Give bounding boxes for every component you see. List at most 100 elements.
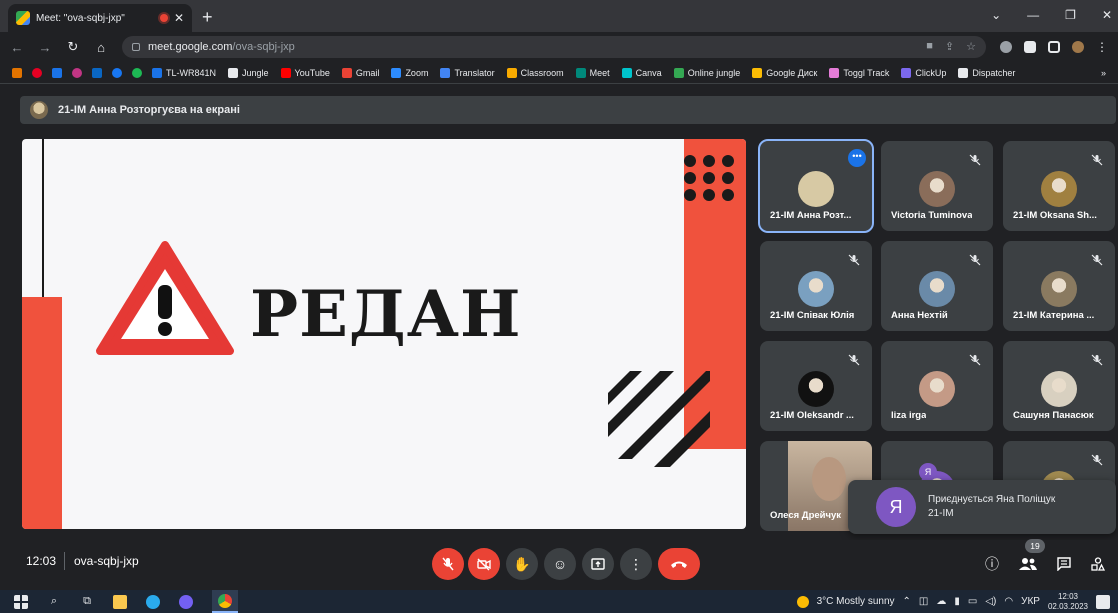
- facebook-icon[interactable]: [112, 67, 122, 78]
- participant-name: Анна Нехтій: [891, 310, 948, 321]
- microphone-toggle-button[interactable]: [432, 548, 464, 580]
- side-panel-icon[interactable]: [1048, 41, 1060, 53]
- join-notification-line2: 21-ІМ: [928, 508, 954, 519]
- small-avatar: Я: [919, 463, 937, 481]
- participant-tile[interactable]: 21-ІМ Oksana Sh...: [1003, 141, 1115, 231]
- bookmark-item[interactable]: Jungle: [228, 67, 269, 78]
- bookmark-item[interactable]: Gmail: [341, 67, 379, 78]
- onedrive-icon[interactable]: ☁: [936, 596, 946, 607]
- extensions-puzzle-icon[interactable]: [1024, 41, 1036, 53]
- language-indicator[interactable]: УКР: [1021, 596, 1040, 607]
- participant-tile[interactable]: Сашуня Панасюк: [1003, 341, 1115, 431]
- tray-app-icon[interactable]: ◫: [919, 596, 928, 607]
- tab-search-icon[interactable]: ⌄: [991, 8, 1001, 22]
- instagram-icon[interactable]: [72, 67, 82, 78]
- bookmark-item[interactable]: Dispatcher: [958, 67, 1015, 78]
- participant-name: 21-ІМ Катерина ...: [1013, 310, 1095, 321]
- participant-tile[interactable]: Анна Нехтій: [881, 241, 993, 331]
- join-notification: Я Приєднується Яна Поліщук 21-ІМ: [848, 480, 1116, 534]
- battery-icon[interactable]: ▭: [968, 596, 977, 607]
- bookmark-icon: [152, 67, 162, 78]
- close-window-button[interactable]: ✕: [1102, 8, 1112, 22]
- bookmark-label: Jungle: [242, 67, 269, 78]
- volume-icon[interactable]: ◁): [985, 596, 996, 607]
- bookmark-item[interactable]: Zoom: [391, 67, 428, 78]
- maximize-button[interactable]: ❐: [1065, 8, 1076, 22]
- bookmark-item[interactable]: TL-WR841N: [152, 67, 216, 78]
- search-icon[interactable]: ⌕: [47, 595, 61, 609]
- participant-tile[interactable]: ••• 21-ІМ Анна Розт...: [758, 139, 874, 233]
- spotify-icon[interactable]: [132, 67, 142, 78]
- reload-button[interactable]: ↻: [66, 39, 80, 55]
- participant-avatar: [798, 371, 834, 407]
- participant-name: 21-ІМ Співак Юлія: [770, 310, 855, 321]
- tray-overflow-icon[interactable]: ⌃: [903, 596, 911, 607]
- camera-in-use-icon[interactable]: ■: [926, 40, 933, 53]
- network-icon[interactable]: ◠: [1004, 596, 1013, 607]
- present-screen-button[interactable]: [582, 548, 614, 580]
- bookmark-icon: [506, 67, 517, 78]
- taskbar-clock[interactable]: 12:03 02.03.2023: [1048, 592, 1088, 612]
- notifications-icon[interactable]: [1096, 594, 1110, 609]
- people-button[interactable]: [1018, 554, 1038, 574]
- tile-more-options-icon[interactable]: •••: [848, 149, 866, 167]
- file-explorer-icon[interactable]: [113, 594, 127, 609]
- share-icon[interactable]: ⇪: [945, 40, 954, 53]
- windows-start-icon[interactable]: [14, 594, 28, 609]
- chrome-menu-icon[interactable]: ⋮: [1096, 40, 1108, 54]
- bookmark-item[interactable]: ClickUp: [901, 67, 946, 78]
- bookmark-item[interactable]: Google Диск: [752, 67, 817, 78]
- pinterest-icon[interactable]: [32, 67, 42, 78]
- new-tab-button[interactable]: +: [202, 7, 213, 28]
- participant-avatar: [919, 271, 955, 307]
- raise-hand-button[interactable]: ✋: [506, 548, 538, 580]
- people-icon: [1019, 558, 1037, 570]
- telegram-icon[interactable]: [146, 594, 160, 609]
- browser-tab-meet[interactable]: Meet: "ova-sqbj-jxp" ✕: [8, 4, 192, 32]
- participant-tile[interactable]: 21-ІМ Співак Юлія: [760, 241, 872, 331]
- bookmark-item[interactable]: Canva: [621, 67, 662, 78]
- leave-call-button[interactable]: [658, 548, 700, 580]
- viber-icon[interactable]: [179, 594, 193, 609]
- slide-dots-decor: [684, 155, 734, 201]
- bookmark-item[interactable]: YouTube: [280, 67, 330, 78]
- participant-tile[interactable]: 21-ІМ Oleksandr ...: [760, 341, 872, 431]
- forward-button[interactable]: →: [38, 40, 52, 55]
- back-button[interactable]: ←: [10, 40, 24, 55]
- more-options-button[interactable]: ⋮: [620, 548, 652, 580]
- minimize-button[interactable]: —: [1027, 8, 1039, 22]
- reactions-button[interactable]: ☺: [544, 548, 576, 580]
- bookmark-item[interactable]: Meet: [575, 67, 610, 78]
- activities-button[interactable]: [1088, 554, 1108, 574]
- weather-text[interactable]: 3°C Mostly sunny: [817, 596, 895, 607]
- profile-avatar[interactable]: [1072, 41, 1084, 53]
- bookmark-item[interactable]: Online jungle: [673, 67, 740, 78]
- tab-close-icon[interactable]: ✕: [174, 11, 184, 25]
- linkedin-icon[interactable]: [92, 67, 102, 78]
- camera-toggle-button[interactable]: [468, 548, 500, 580]
- home-button[interactable]: ⌂: [94, 40, 108, 55]
- translate-app-icon[interactable]: [52, 67, 62, 78]
- participant-tile[interactable]: Victoria Tuminova: [881, 141, 993, 231]
- bookmarks-overflow-icon[interactable]: »: [1101, 68, 1106, 78]
- participant-name: Олеся Дрейчук: [770, 510, 842, 521]
- chat-button[interactable]: [1054, 554, 1074, 574]
- joining-user-avatar: Я: [876, 487, 916, 527]
- bookmark-item[interactable]: Translator: [440, 67, 495, 78]
- participant-tile[interactable]: liza irga: [881, 341, 993, 431]
- bookmark-app-icon[interactable]: [12, 67, 22, 78]
- meeting-details-button[interactable]: ⓘ: [982, 554, 1002, 574]
- participant-name: liza irga: [891, 410, 927, 421]
- extension-icon[interactable]: [1000, 41, 1012, 53]
- participant-tile[interactable]: 21-ІМ Катерина ...: [1003, 241, 1115, 331]
- task-view-icon[interactable]: ⧉: [80, 595, 94, 609]
- chrome-taskbar-button[interactable]: [212, 590, 238, 613]
- bookmark-item[interactable]: Classroom: [506, 67, 564, 78]
- bookmark-label: Classroom: [520, 67, 564, 78]
- bookmark-star-icon[interactable]: ☆: [966, 40, 976, 53]
- bookmark-icon: [621, 67, 632, 78]
- usb-icon[interactable]: ▮: [954, 596, 960, 607]
- url-input[interactable]: meet.google.com /ova-sqbj-jxp ■ ⇪ ☆: [122, 36, 986, 58]
- window-controls: ⌄ — ❐ ✕: [991, 8, 1112, 22]
- bookmark-item[interactable]: Toggl Track: [829, 67, 889, 78]
